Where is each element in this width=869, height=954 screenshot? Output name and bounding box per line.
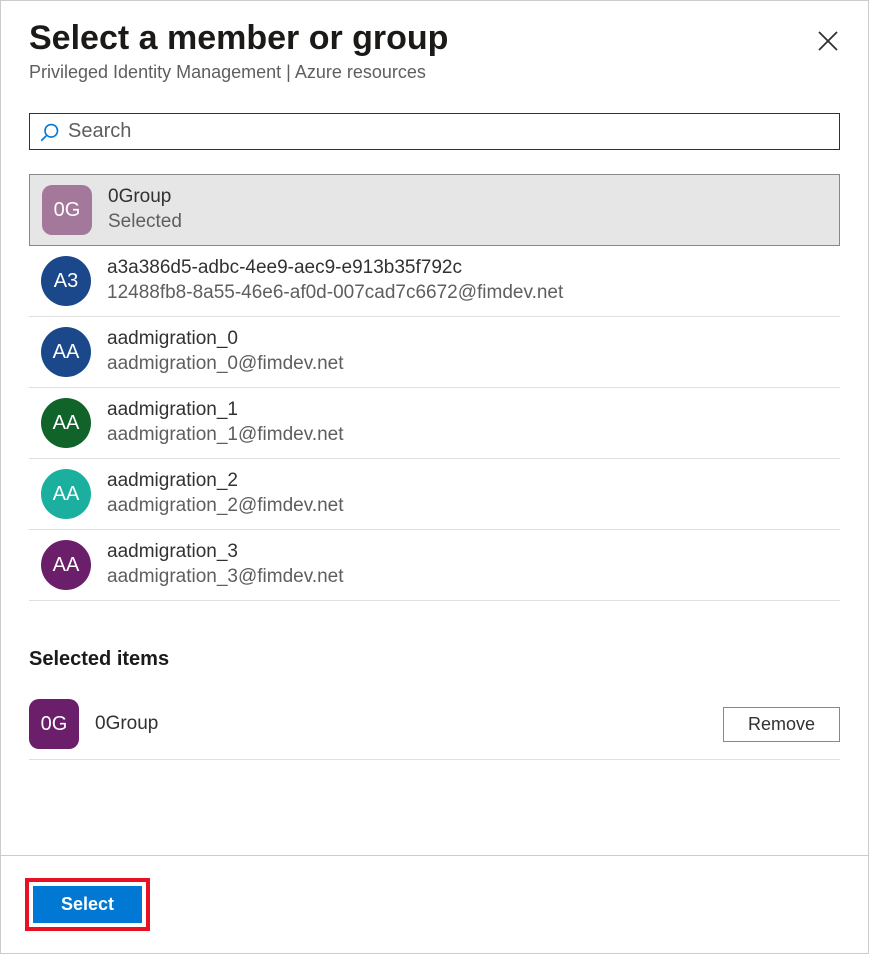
avatar: A3 — [41, 256, 91, 306]
result-text: 0GroupSelected — [108, 185, 827, 234]
selected-row: 0G 0GroupRemove — [29, 689, 840, 760]
result-text: aadmigration_2aadmigration_2@fimdev.net — [107, 469, 828, 518]
result-sub: aadmigration_1@fimdev.net — [107, 423, 828, 448]
result-name: aadmigration_0 — [107, 327, 828, 352]
result-text: aadmigration_3aadmigration_3@fimdev.net — [107, 540, 828, 589]
avatar: AA — [41, 398, 91, 448]
result-row[interactable]: AA aadmigration_2aadmigration_2@fimdev.ne… — [29, 459, 840, 530]
result-row[interactable]: AA aadmigration_1aadmigration_1@fimdev.ne… — [29, 388, 840, 459]
result-name: aadmigration_2 — [107, 469, 828, 494]
search-box[interactable] — [29, 113, 840, 150]
close-icon — [816, 29, 840, 53]
result-sub: aadmigration_3@fimdev.net — [107, 565, 828, 590]
selected-name: 0Group — [95, 713, 723, 735]
remove-button[interactable]: Remove — [723, 707, 840, 742]
result-sub: 12488fb8-8a55-46e6-af0d-007cad7c6672@fim… — [107, 281, 828, 306]
result-sub: Selected — [108, 210, 827, 235]
selected-section: Selected items 0G 0GroupRemove — [29, 624, 840, 770]
panel-header: Select a member or group Privileged Iden… — [1, 1, 868, 93]
close-button[interactable] — [816, 29, 840, 53]
result-row[interactable]: AA aadmigration_0aadmigration_0@fimdev.ne… — [29, 317, 840, 388]
results-list[interactable]: 0G 0GroupSelected A3 a3a386d5-adbc-4ee9-aec… — [29, 174, 840, 624]
result-text: a3a386d5-adbc-4ee9-aec9-e913b35f792c1248… — [107, 256, 828, 305]
search-input[interactable] — [68, 120, 829, 143]
result-sub: aadmigration_2@fimdev.net — [107, 494, 828, 519]
select-button-highlight: Select — [25, 878, 150, 931]
panel-footer: Select — [1, 855, 868, 953]
avatar: 0G — [29, 699, 79, 749]
avatar: AA — [41, 469, 91, 519]
result-name: a3a386d5-adbc-4ee9-aec9-e913b35f792c — [107, 256, 828, 281]
selected-heading: Selected items — [29, 648, 840, 671]
panel-title: Select a member or group — [29, 19, 840, 58]
panel-subtitle: Privileged Identity Management | Azure r… — [29, 62, 840, 83]
result-sub: aadmigration_0@fimdev.net — [107, 352, 828, 377]
result-name: 0Group — [108, 185, 827, 210]
avatar: AA — [41, 540, 91, 590]
search-icon — [40, 122, 60, 142]
result-text: aadmigration_0aadmigration_0@fimdev.net — [107, 327, 828, 376]
result-row[interactable]: A3 a3a386d5-adbc-4ee9-aec9-e913b35f792c12… — [29, 246, 840, 317]
result-name: aadmigration_1 — [107, 398, 828, 423]
avatar: AA — [41, 327, 91, 377]
select-button[interactable]: Select — [33, 886, 142, 923]
avatar: 0G — [42, 185, 92, 235]
result-row[interactable]: AA aadmigration_3aadmigration_3@fimdev.ne… — [29, 530, 840, 601]
result-text: aadmigration_1aadmigration_1@fimdev.net — [107, 398, 828, 447]
result-row[interactable]: 0G 0GroupSelected — [29, 174, 840, 246]
result-name: aadmigration_3 — [107, 540, 828, 565]
